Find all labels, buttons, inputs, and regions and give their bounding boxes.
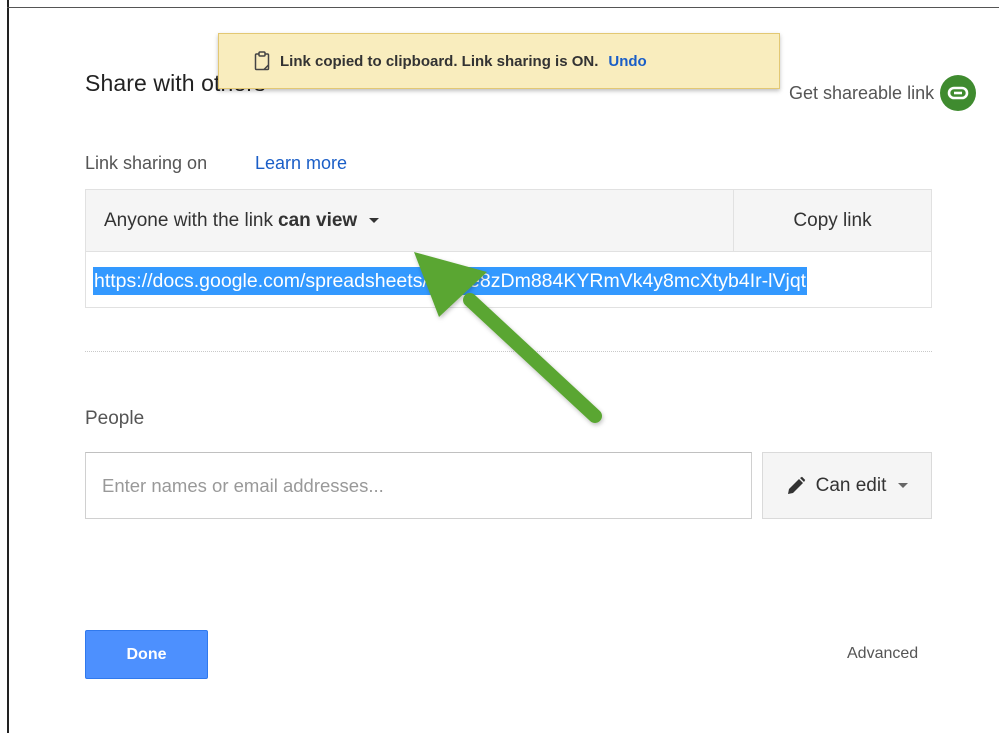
toast-message: Link copied to clipboard. Link sharing i…: [280, 52, 599, 70]
clipboard-icon: [254, 51, 270, 71]
clipboard-toast: Link copied to clipboard. Link sharing i…: [218, 33, 780, 89]
access-prefix: Anyone with the link: [104, 209, 273, 231]
link-access-dropdown[interactable]: Anyone with the link can view: [86, 190, 734, 252]
access-level: can view: [278, 209, 358, 231]
shareable-link-label: Get shareable link: [789, 82, 935, 103]
share-url-field[interactable]: https://docs.google.com/spreadsheets/d/1…: [93, 267, 929, 297]
share-url-text: https://docs.google.com/spreadsheets/d/1…: [93, 267, 808, 295]
learn-more-link[interactable]: Learn more: [255, 153, 347, 174]
done-button[interactable]: Done: [85, 630, 208, 679]
get-shareable-link[interactable]: Get shareable link: [789, 75, 977, 111]
link-sharing-box: Anyone with the link can view Copy link …: [85, 189, 932, 308]
undo-button[interactable]: Undo: [608, 53, 646, 70]
permission-label: Can edit: [815, 474, 887, 496]
pencil-icon: [787, 476, 805, 494]
section-divider: [85, 351, 932, 352]
people-label: People: [85, 408, 145, 429]
chevron-down-icon: [898, 483, 909, 488]
share-dialog: Share with others Get shareable link Lin…: [9, 8, 999, 733]
copy-link-button[interactable]: Copy link: [734, 190, 931, 252]
people-input[interactable]: [85, 452, 752, 519]
link-icon[interactable]: [940, 75, 977, 111]
advanced-link[interactable]: Advanced: [847, 645, 918, 663]
permission-dropdown[interactable]: Can edit: [762, 452, 932, 519]
chevron-down-icon: [369, 218, 380, 223]
link-sharing-status: Link sharing on: [85, 153, 208, 173]
